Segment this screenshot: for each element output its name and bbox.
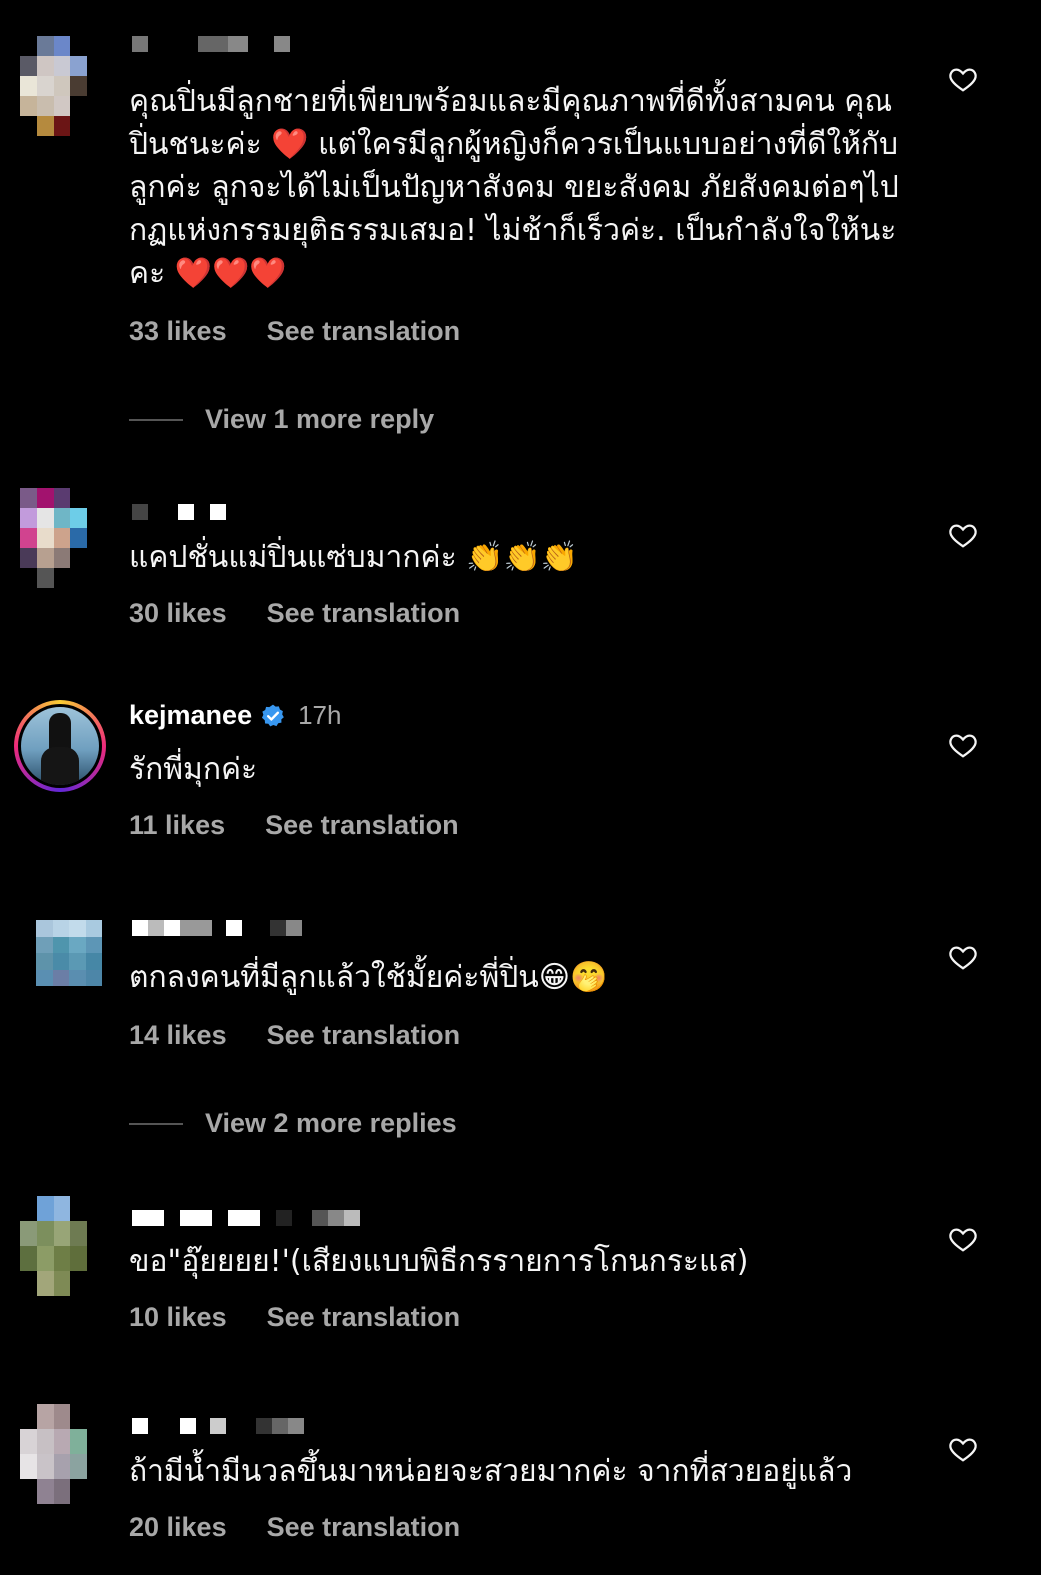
view-replies-button[interactable]: View 2 more replies [129, 1108, 457, 1139]
heart-icon[interactable] [948, 64, 978, 94]
avatar[interactable] [20, 1404, 104, 1504]
heart-icon[interactable] [948, 1224, 978, 1254]
likes-count[interactable]: 30 likes [129, 598, 227, 629]
likes-count[interactable]: 11 likes [129, 810, 225, 841]
comment-meta: 14 likes See translation [129, 1020, 460, 1051]
comment-header: kejmanee 17h [129, 700, 341, 731]
timestamp: 17h [298, 700, 342, 730]
comment-meta: 20 likes See translation [129, 1512, 460, 1543]
see-translation-link[interactable]: See translation [267, 1302, 461, 1333]
likes-count[interactable]: 14 likes [129, 1020, 227, 1051]
replies-divider [129, 418, 183, 421]
heart-icon[interactable] [948, 730, 978, 760]
comment-text: ถ้ามีน้ำมีนวลขึ้นมาหน่อยจะสวยมากค่ะ จากท… [129, 1454, 853, 1489]
see-translation-link[interactable]: See translation [267, 1020, 461, 1051]
view-replies-button[interactable]: View 1 more reply [129, 404, 434, 435]
heart-icon[interactable] [948, 942, 978, 972]
avatar[interactable] [36, 920, 102, 986]
username-redacted[interactable] [132, 920, 302, 936]
comment-text: คุณปิ่นมีลูกชายที่เพียบพร้อมและมีคุณภาพท… [129, 84, 899, 291]
likes-count[interactable]: 20 likes [129, 1512, 227, 1543]
avatar[interactable] [20, 488, 104, 588]
likes-count[interactable]: 33 likes [129, 316, 227, 347]
replies-divider [129, 1122, 183, 1125]
username-redacted[interactable] [132, 504, 226, 520]
see-translation-link[interactable]: See translation [267, 598, 461, 629]
likes-count[interactable]: 10 likes [129, 1302, 227, 1333]
verified-badge-icon [262, 704, 284, 726]
heart-icon[interactable] [948, 1434, 978, 1464]
comment-meta: 33 likes See translation [129, 316, 460, 347]
avatar[interactable] [20, 1196, 104, 1296]
username-redacted[interactable] [132, 1210, 360, 1226]
avatar[interactable] [20, 36, 104, 136]
profile-photo [21, 707, 99, 785]
comment-meta: 30 likes See translation [129, 598, 460, 629]
comment-text: รักพี่มุกค่ะ [129, 752, 258, 787]
heart-icon[interactable] [948, 520, 978, 550]
comment-text: ตกลงคนที่มีลูกแล้วใช้มั้ยค่ะพี่ปิ่น😁🤭 [129, 960, 608, 995]
see-translation-link[interactable]: See translation [265, 810, 459, 841]
comment-meta: 10 likes See translation [129, 1302, 460, 1333]
username-redacted[interactable] [132, 1418, 304, 1434]
username[interactable]: kejmanee [129, 700, 252, 731]
see-translation-link[interactable]: See translation [267, 1512, 461, 1543]
comment-text: แคปชั่นแม่ปิ่นแซ่บมากค่ะ 👏👏👏 [129, 540, 579, 575]
avatar[interactable] [14, 700, 106, 792]
username-redacted[interactable] [132, 36, 290, 52]
comment-meta: 11 likes See translation [129, 810, 459, 841]
comment-text: ขอ"อุ๊ยยยย!'(เสียงแบบพิธีกรรายการโกนกระแ… [129, 1244, 749, 1279]
see-translation-link[interactable]: See translation [267, 316, 461, 347]
